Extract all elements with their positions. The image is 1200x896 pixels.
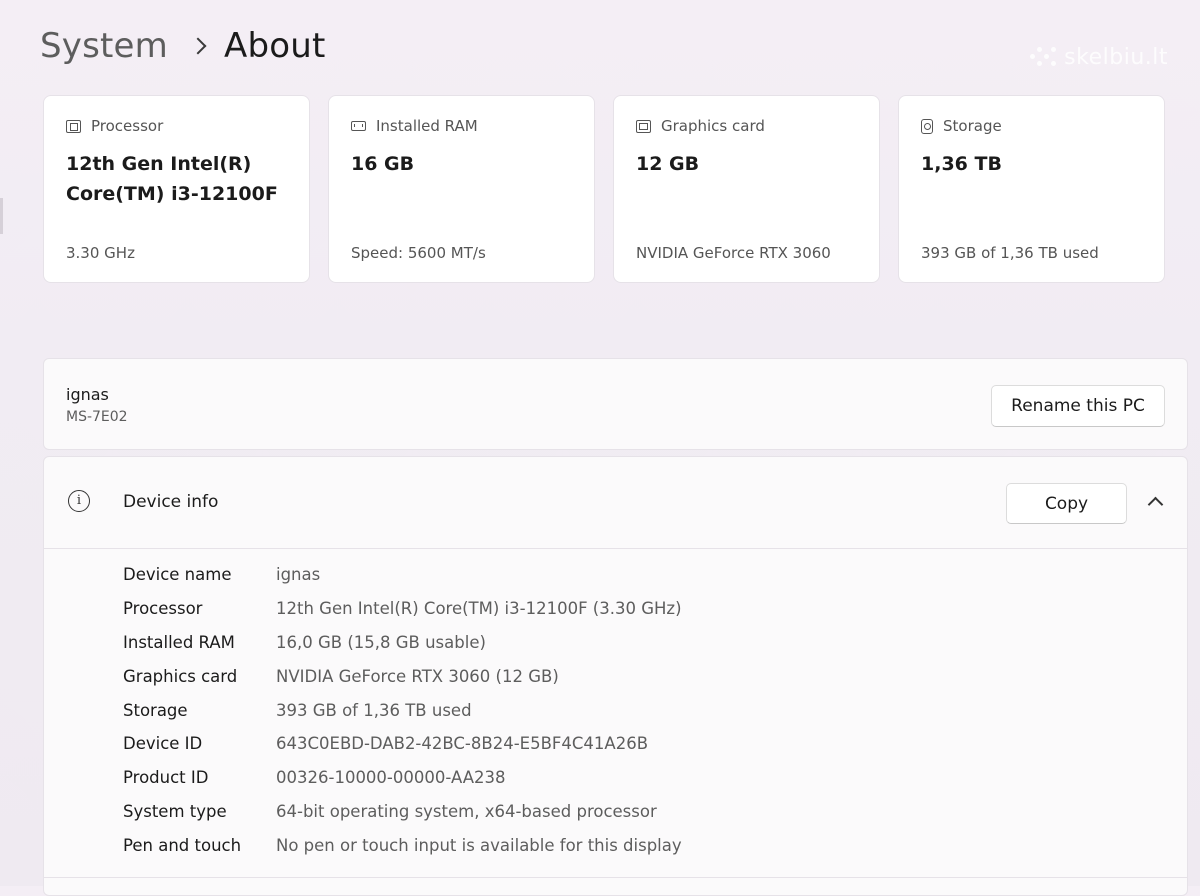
- spec-value: 643C0EBD-DAB2-42BC-8B24-E5BF4C41A26B: [276, 734, 649, 754]
- page-title: About: [224, 26, 326, 66]
- info-icon: i: [68, 490, 90, 512]
- copy-button[interactable]: Copy: [1006, 483, 1127, 524]
- card-header: Processor: [66, 117, 163, 135]
- device-info-title: Device info: [123, 492, 219, 512]
- card-value: 1,36 TB: [921, 153, 1002, 175]
- pc-model: MS-7E02: [66, 409, 128, 425]
- spec-value: 64-bit operating system, x64-based proce…: [276, 801, 657, 821]
- card-value: 16 GB: [351, 153, 415, 175]
- spec-value: 12th Gen Intel(R) Core(TM) i3-12100F (3.…: [276, 599, 682, 619]
- card-value: 12 GB: [636, 153, 700, 175]
- spec-value: 00326-10000-00000-AA238: [276, 768, 506, 788]
- card-subtext: 393 GB of 1,36 TB used: [921, 244, 1099, 262]
- breadcrumb-system[interactable]: System: [40, 26, 168, 66]
- spec-cards: Processor 12th Gen Intel(R) Core(TM) i3-…: [43, 95, 1165, 283]
- spec-label: Storage: [123, 700, 188, 720]
- side-scroll-indicator: [0, 198, 3, 234]
- spec-row-processor: Processor 12th Gen Intel(R) Core(TM) i3-…: [123, 592, 682, 626]
- spec-row-pen-and-touch: Pen and touch No pen or touch input is a…: [123, 828, 682, 862]
- spec-label: Installed RAM: [123, 632, 235, 652]
- device-spec-list: Device name ignas Processor 12th Gen Int…: [123, 558, 682, 862]
- spec-row-graphics-card: Graphics card NVIDIA GeForce RTX 3060 (1…: [123, 659, 682, 693]
- chevron-right-icon: [189, 37, 207, 55]
- chevron-up-icon[interactable]: [1147, 496, 1164, 513]
- spec-row-installed-ram: Installed RAM 16,0 GB (15,8 GB usable): [123, 626, 682, 660]
- spec-row-device-id: Device ID 643C0EBD-DAB2-42BC-8B24-E5BF4C…: [123, 727, 682, 761]
- ram-icon: [351, 121, 366, 131]
- card-label: Processor: [91, 117, 164, 135]
- card-processor: Processor 12th Gen Intel(R) Core(TM) i3-…: [43, 95, 310, 283]
- spec-row-device-name: Device name ignas: [123, 558, 682, 592]
- card-label: Graphics card: [661, 117, 765, 135]
- card-header: Graphics card: [636, 117, 765, 135]
- card-subtext: 3.30 GHz: [66, 244, 135, 262]
- watermark-logo-icon: [1030, 44, 1057, 70]
- breadcrumb: System About: [40, 24, 326, 68]
- watermark-text: skelbiu.lt: [1064, 44, 1168, 70]
- graphics-card-icon: [636, 119, 651, 133]
- storage-icon: [921, 118, 933, 134]
- spec-value: No pen or touch input is available for t…: [276, 835, 682, 855]
- card-subtext: Speed: 5600 MT/s: [351, 244, 486, 262]
- spec-label: System type: [123, 801, 227, 821]
- spec-value: ignas: [276, 565, 321, 585]
- card-graphics-card: Graphics card 12 GB NVIDIA GeForce RTX 3…: [613, 95, 880, 283]
- pc-name-panel: ignas MS-7E02 Rename this PC: [43, 358, 1188, 450]
- spec-label: Graphics card: [123, 666, 238, 686]
- device-info-header[interactable]: i Device info Copy: [44, 457, 1187, 549]
- spec-label: Device ID: [123, 734, 203, 754]
- rename-pc-button[interactable]: Rename this PC: [991, 385, 1165, 427]
- spec-row-system-type: System type 64-bit operating system, x64…: [123, 795, 682, 829]
- spec-row-product-id: Product ID 00326-10000-00000-AA238: [123, 761, 682, 795]
- card-value: 12th Gen Intel(R) Core(TM) i3-12100F: [66, 153, 278, 205]
- processor-icon: [66, 119, 81, 133]
- spec-value: 393 GB of 1,36 TB used: [276, 700, 472, 720]
- divider: [44, 877, 1187, 878]
- spec-label: Processor: [123, 599, 203, 619]
- spec-label: Product ID: [123, 768, 209, 788]
- spec-value: 16,0 GB (15,8 GB usable): [276, 632, 486, 652]
- device-info-panel: i Device info Copy Device name ignas Pro…: [43, 456, 1188, 896]
- card-label: Installed RAM: [376, 117, 478, 135]
- card-header: Storage: [921, 117, 1002, 135]
- watermark: skelbiu.lt: [1030, 44, 1168, 70]
- card-storage: Storage 1,36 TB 393 GB of 1,36 TB used: [898, 95, 1165, 283]
- card-header: Installed RAM: [351, 117, 478, 135]
- card-subtext: NVIDIA GeForce RTX 3060: [636, 244, 831, 262]
- spec-value: NVIDIA GeForce RTX 3060 (12 GB): [276, 666, 559, 686]
- card-label: Storage: [943, 117, 1002, 135]
- spec-row-storage: Storage 393 GB of 1,36 TB used: [123, 693, 682, 727]
- spec-label: Device name: [123, 565, 232, 585]
- spec-label: Pen and touch: [123, 835, 242, 855]
- card-installed-ram: Installed RAM 16 GB Speed: 5600 MT/s: [328, 95, 595, 283]
- pc-name: ignas: [66, 385, 109, 404]
